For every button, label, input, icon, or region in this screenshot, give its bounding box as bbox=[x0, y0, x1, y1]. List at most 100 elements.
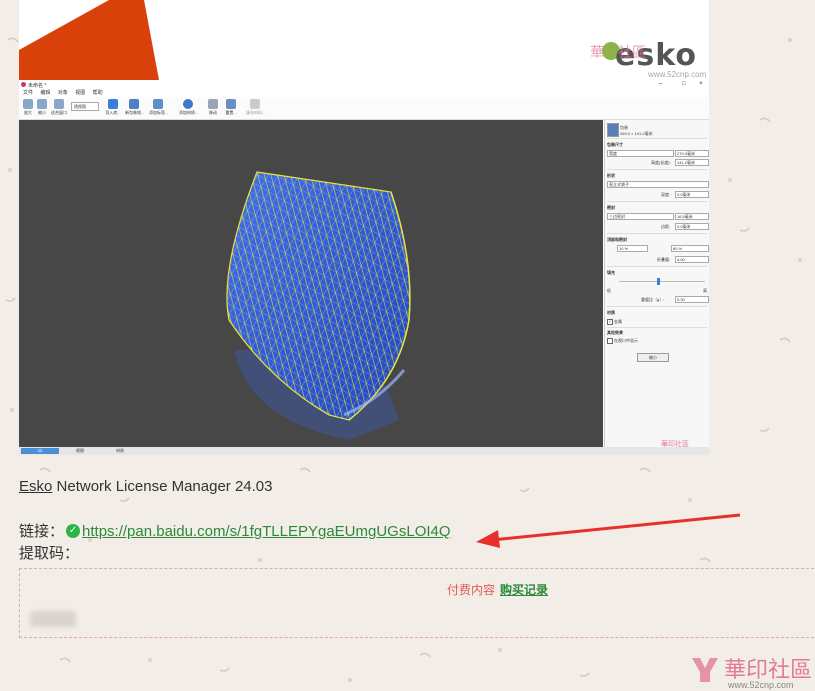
menu-help[interactable]: 帮助 bbox=[93, 90, 103, 96]
red-arrow-annotation bbox=[476, 513, 741, 548]
new-bag-icon bbox=[129, 99, 139, 109]
section-material: 材质 bbox=[607, 310, 615, 315]
blurred-content bbox=[30, 611, 76, 627]
close-button[interactable]: × bbox=[699, 81, 703, 87]
shape-select[interactable]: 直立式袋子 bbox=[607, 181, 709, 188]
tab-view[interactable]: 视图 bbox=[61, 448, 99, 454]
zoom-in-icon bbox=[23, 99, 33, 109]
banner-image: esko bbox=[19, 0, 709, 81]
watermark-bottom-url: www.52cnp.com bbox=[728, 680, 794, 690]
watermark-bottom: 華印社區 www.52cnp.com bbox=[688, 652, 812, 691]
gusset-input[interactable]: 0.0毫米 bbox=[675, 223, 709, 230]
density-input[interactable]: 0.30 bbox=[675, 296, 709, 303]
depth-label: 深度: bbox=[661, 192, 671, 197]
brand-link[interactable]: Esko bbox=[19, 478, 52, 495]
menu-view[interactable]: 视图 bbox=[75, 90, 85, 96]
app-screenshot: 未命名 * – □ × 文件 编辑 对象 视图 帮助 放大 缩小 适合窗口 透视… bbox=[19, 80, 709, 455]
section-seal: 密封 bbox=[607, 205, 615, 210]
divider bbox=[607, 266, 707, 267]
watermark-logo-icon bbox=[692, 658, 718, 682]
fill-icon bbox=[250, 99, 260, 109]
seal-select[interactable]: 三边密封 bbox=[607, 213, 674, 220]
section-fill: 填充 bbox=[607, 270, 615, 275]
depth-input[interactable]: 0.0毫米 bbox=[675, 191, 709, 198]
extract-code-label: 提取码： bbox=[19, 545, 80, 562]
seal-width-input[interactable]: 16.5毫米 bbox=[675, 213, 709, 220]
import-icon bbox=[108, 99, 118, 109]
height-label: 高度(长度): bbox=[651, 160, 671, 165]
fill-slider[interactable] bbox=[619, 281, 705, 282]
side-pct-input[interactable]: 60 % bbox=[671, 245, 709, 252]
view-select[interactable]: 透视图 bbox=[71, 102, 99, 111]
zoom-out-button[interactable]: 缩小 bbox=[33, 99, 51, 116]
import-button[interactable]: 导入底... bbox=[104, 99, 122, 116]
paid-content-label: 付费内容 bbox=[447, 583, 496, 597]
fill-slider-handle[interactable] bbox=[657, 278, 660, 285]
menu-object[interactable]: 对象 bbox=[58, 90, 68, 96]
zoom-fit-icon bbox=[54, 99, 64, 109]
add-label-button[interactable]: 添加标签... bbox=[149, 99, 168, 116]
app-menubar: 文件 编辑 对象 视图 帮助 bbox=[19, 89, 709, 97]
menu-edit[interactable]: 编辑 bbox=[40, 90, 50, 96]
reset-button[interactable]: 重置... bbox=[222, 99, 240, 116]
banner-orange-shape bbox=[19, 0, 159, 80]
move-icon bbox=[208, 99, 218, 109]
maximize-button[interactable]: □ bbox=[682, 81, 686, 87]
fill-button[interactable]: 填充材料... bbox=[246, 99, 265, 116]
section-shape: 形状 bbox=[607, 173, 615, 178]
shrink-button[interactable]: 缩小 bbox=[637, 353, 669, 362]
fold-input[interactable]: 4.00 bbox=[675, 256, 709, 263]
top-pct-input[interactable]: 10 % bbox=[617, 245, 648, 252]
minimize-button[interactable]: – bbox=[659, 81, 662, 87]
package-thumbnail bbox=[607, 123, 619, 137]
purchase-record-link[interactable]: 购买记录 bbox=[500, 581, 548, 598]
divider bbox=[607, 169, 707, 170]
add-material-icon bbox=[183, 99, 193, 109]
height-input[interactable]: 141.2毫米 bbox=[675, 159, 709, 166]
zoom-out-icon bbox=[37, 99, 47, 109]
verified-check-icon: ✓ bbox=[66, 524, 81, 539]
package-size: 269.0 × 141.2毫米 bbox=[620, 131, 653, 136]
new-bag-button[interactable]: 新包装袋... bbox=[125, 99, 144, 116]
effect-checkbox[interactable] bbox=[607, 338, 613, 344]
move-button[interactable]: 移动 bbox=[204, 99, 222, 116]
fill-low-label: 低 bbox=[607, 288, 611, 293]
divider bbox=[607, 201, 707, 202]
app-watermark: 華印社區 bbox=[661, 441, 689, 448]
bag-3d-render bbox=[226, 171, 411, 440]
divider bbox=[607, 327, 707, 328]
add-label-icon bbox=[153, 99, 163, 109]
properties-panel: 包装 269.0 × 141.2毫米 包装尺寸 宽度 270.0毫米 高度(长度… bbox=[604, 120, 709, 447]
section-top-seal: 顶部和密封 bbox=[607, 237, 627, 242]
watermark-top-url: www.52cnp.com bbox=[648, 70, 707, 79]
width-mode-select[interactable]: 宽度 bbox=[607, 150, 674, 157]
add-material-button[interactable]: 添加材质... bbox=[179, 99, 198, 116]
gusset-label: 边距: bbox=[661, 224, 671, 229]
tab-material[interactable]: 材质 bbox=[101, 448, 139, 454]
app-titlebar: 未命名 * – □ × bbox=[19, 80, 709, 89]
3d-viewport[interactable] bbox=[19, 120, 603, 447]
zoom-fit-button[interactable]: 适合窗口 bbox=[50, 99, 68, 116]
material-checkbox-label: 金属 bbox=[614, 319, 622, 324]
width-input[interactable]: 270.0毫米 bbox=[675, 150, 709, 157]
product-name-rest: Network License Manager 24.03 bbox=[52, 478, 273, 495]
fold-label: 折叠量: bbox=[657, 257, 671, 262]
divider bbox=[607, 306, 707, 307]
download-link-line: 链接： ✓ https://pan.baidu.com/s/1fgTLLEPYgaE… bbox=[19, 520, 451, 541]
material-checkbox[interactable]: ✓ bbox=[607, 319, 613, 325]
download-link[interactable]: https://pan.baidu.com/s/1fgTLLEPYgaEUmgU… bbox=[82, 523, 451, 540]
section-effects: 其他效果 bbox=[607, 330, 623, 335]
density-label: 重量比（g）: bbox=[641, 297, 665, 302]
link-label: 链接： bbox=[19, 523, 65, 540]
fill-high-label: 高 bbox=[703, 288, 707, 293]
tab-3d[interactable]: 3D bbox=[21, 448, 59, 454]
watermark-top-text: 華印社區 bbox=[590, 44, 646, 60]
paid-content-box: 付费内容 购买记录 bbox=[19, 568, 815, 638]
app-icon bbox=[21, 82, 26, 87]
watermark-top: 華印社區 www.52cnp.com bbox=[590, 42, 706, 79]
section-size: 包装尺寸 bbox=[607, 142, 623, 147]
app-title: 未命名 * bbox=[28, 83, 47, 89]
menu-file[interactable]: 文件 bbox=[23, 90, 33, 96]
divider bbox=[607, 233, 707, 234]
effect-checkbox-label: 在视口中显示 bbox=[614, 338, 638, 343]
